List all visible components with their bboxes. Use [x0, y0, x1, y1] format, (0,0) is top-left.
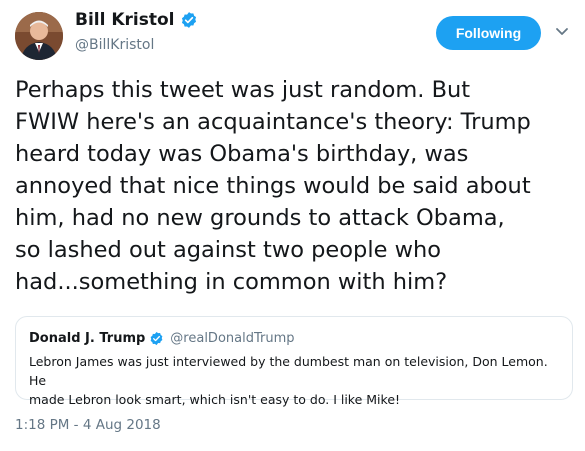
quoted-tweet-text: Lebron James was just interviewed by the… — [29, 354, 548, 407]
tweet-card: Bill Kristol @BillKristol Following Perh… — [0, 0, 585, 451]
avatar-image — [15, 12, 63, 60]
quoted-tweet-header: Donald J. Trump @realDonaldTrump — [29, 331, 295, 346]
author-name[interactable]: Bill Kristol — [75, 10, 175, 30]
quoted-author-handle: @realDonaldTrump — [170, 331, 295, 346]
chevron-down-icon[interactable] — [555, 27, 569, 37]
author-handle[interactable]: @BillKristol — [75, 37, 154, 53]
author-name-row[interactable]: Bill Kristol — [75, 10, 198, 30]
verified-badge-icon — [180, 11, 198, 29]
avatar[interactable] — [15, 12, 63, 60]
tweet-timestamp[interactable]: 1:18 PM - 4 Aug 2018 — [15, 417, 161, 433]
quoted-author-name: Donald J. Trump — [29, 331, 146, 346]
verified-badge-icon — [149, 331, 164, 346]
following-button[interactable]: Following — [436, 16, 541, 50]
tweet-text: Perhaps this tweet was just random. But … — [15, 77, 531, 295]
quoted-tweet[interactable]: Donald J. Trump @realDonaldTrump Lebron … — [15, 316, 573, 407]
